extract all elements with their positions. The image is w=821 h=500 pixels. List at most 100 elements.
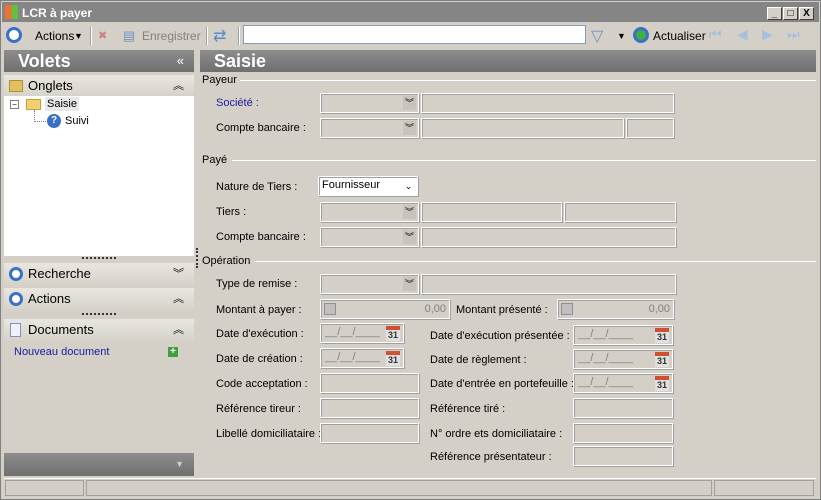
payeur-compte-name-field[interactable] (421, 118, 624, 138)
code-accept-field[interactable] (320, 373, 419, 393)
collapse-node-icon[interactable]: − (10, 100, 19, 109)
minimize-button[interactable]: _ (767, 7, 782, 20)
first-record-icon[interactable]: ⏮ (709, 26, 722, 43)
calendar-icon[interactable]: 31 (386, 351, 400, 366)
type-remise-combo[interactable]: ︾ (320, 274, 419, 294)
document-icon (10, 323, 21, 337)
chevron-down-icon[interactable]: ︾ (403, 121, 416, 135)
societe-combo[interactable]: ︾ (320, 93, 419, 113)
calendar-icon[interactable]: 31 (655, 376, 669, 391)
filter-icon[interactable]: ▽ (591, 26, 603, 46)
ref-pres-field[interactable] (573, 446, 673, 466)
save-button[interactable]: Enregistrer (142, 29, 201, 43)
splitter[interactable] (82, 313, 116, 315)
next-record-icon[interactable]: ▶ (762, 26, 773, 43)
chevron-down-icon[interactable]: ︾ (403, 205, 416, 219)
group-operation: Opération (202, 255, 251, 267)
refresh-button[interactable]: Actualiser (653, 29, 706, 43)
save-icon[interactable]: ▤ (123, 28, 135, 44)
paye-compte-combo[interactable]: ︾ (320, 227, 419, 247)
date-mask: __/__/____ (578, 352, 634, 364)
societe-name-field[interactable] (421, 93, 674, 113)
calendar-icon[interactable]: 31 (655, 328, 669, 343)
payeur-compte-combo[interactable]: ︾ (320, 118, 419, 138)
nature-select[interactable]: Fournisseur ⌄ (318, 176, 418, 196)
chevron-down-icon[interactable]: ︾ (403, 277, 416, 291)
tree-item-suivi[interactable]: Suivi (65, 115, 89, 127)
chevron-up-icon[interactable]: ︽ (173, 288, 184, 310)
checkbox[interactable] (561, 303, 573, 315)
chevron-down-icon: ▼ (74, 31, 83, 41)
last-record-icon[interactable]: ⏭ (787, 26, 800, 43)
new-document-link[interactable]: Nouveau document (14, 346, 109, 358)
montant-presente-value: 0,00 (648, 303, 670, 315)
chevron-down-icon[interactable]: ︾ (403, 96, 416, 110)
nature-label: Nature de Tiers : (216, 181, 298, 193)
paye-compte-name-field[interactable] (421, 227, 676, 247)
target-icon[interactable] (6, 27, 22, 43)
tree-line (34, 110, 46, 122)
payeur-compte-label: Compte bancaire : (216, 122, 306, 134)
calendar-icon[interactable]: 31 (655, 352, 669, 367)
tree-item-saisie[interactable]: Saisie (45, 97, 79, 111)
montant-payer-field[interactable]: 0,00 (320, 299, 450, 319)
group-paye: Payé (202, 154, 228, 166)
chevron-down-icon[interactable]: ⌄ (402, 179, 415, 193)
section-documents[interactable]: Documents ︽ (4, 319, 194, 341)
chevron-up-icon[interactable]: ︽ (173, 75, 184, 97)
chevron-up-icon[interactable]: ︽ (173, 319, 184, 341)
add-icon[interactable]: + (168, 347, 178, 357)
payeur-compte-extra-field[interactable] (626, 118, 674, 138)
section-title: Onglets (28, 78, 73, 93)
paye-compte-label: Compte bancaire : (216, 231, 306, 243)
divider (240, 80, 816, 81)
section-recherche[interactable]: Recherche ︾ (4, 263, 194, 285)
chevron-down-icon[interactable]: ︾ (173, 263, 184, 285)
date-exec-field[interactable]: __/__/____ 31 (320, 323, 404, 343)
ref-tire-field[interactable] (573, 398, 673, 418)
close-button[interactable]: X (799, 7, 814, 20)
panes-header: Volets « (4, 50, 194, 72)
vertical-splitter[interactable] (196, 248, 198, 268)
section-onglets[interactable]: Onglets ︽ (4, 75, 194, 97)
title-bar: LCR à payer _ □ X (2, 2, 819, 22)
actions-menu[interactable]: Actions (35, 29, 74, 43)
divider (232, 160, 816, 161)
montant-presente-field[interactable]: 0,00 (557, 299, 674, 319)
date-creation-field[interactable]: __/__/____ 31 (320, 348, 404, 368)
date-mask: __/__/____ (578, 328, 634, 340)
search-input[interactable] (243, 25, 586, 44)
calendar-icon[interactable]: 31 (386, 326, 400, 341)
ref-tireur-field[interactable] (320, 398, 419, 418)
sync-icon[interactable]: ⇄ (213, 26, 226, 46)
divider (254, 261, 816, 262)
date-regl-field[interactable]: __/__/____ 31 (573, 349, 673, 369)
n-ordre-field[interactable] (573, 423, 673, 443)
filter-dropdown-icon[interactable]: ▼ (617, 31, 626, 41)
tiers-name-field[interactable] (421, 202, 562, 222)
tiers-extra-field[interactable] (564, 202, 676, 222)
type-remise-name-field[interactable] (421, 274, 676, 294)
chevron-down-icon[interactable]: ︾ (403, 230, 416, 244)
tiers-combo[interactable]: ︾ (320, 202, 419, 222)
checkbox[interactable] (324, 303, 336, 315)
societe-label: Société : (216, 97, 259, 109)
splitter[interactable] (82, 257, 116, 259)
maximize-button[interactable]: □ (783, 7, 798, 20)
date-exec-pres-label: Date d'exécution présentée : (430, 330, 570, 342)
date-exec-label: Date d'exécution : (216, 328, 304, 340)
refresh-icon[interactable] (633, 27, 649, 43)
date-exec-pres-field[interactable]: __/__/____ 31 (573, 325, 673, 345)
section-actions[interactable]: Actions ︽ (4, 288, 194, 310)
chevron-down-icon[interactable]: ▼ (175, 459, 184, 469)
collapse-panes-button[interactable]: « (177, 50, 184, 72)
ref-pres-label: Référence présentateur : (430, 451, 552, 463)
montant-payer-label: Montant à payer : (216, 304, 302, 316)
app-icon (5, 5, 18, 19)
delete-icon[interactable]: ✖ (98, 29, 107, 42)
libelle-label: Libellé domiciliataire : (216, 428, 322, 440)
libelle-field[interactable] (320, 423, 419, 443)
separator (238, 27, 240, 45)
previous-record-icon[interactable]: ◀ (737, 26, 748, 43)
date-entree-field[interactable]: __/__/____ 31 (573, 373, 673, 393)
